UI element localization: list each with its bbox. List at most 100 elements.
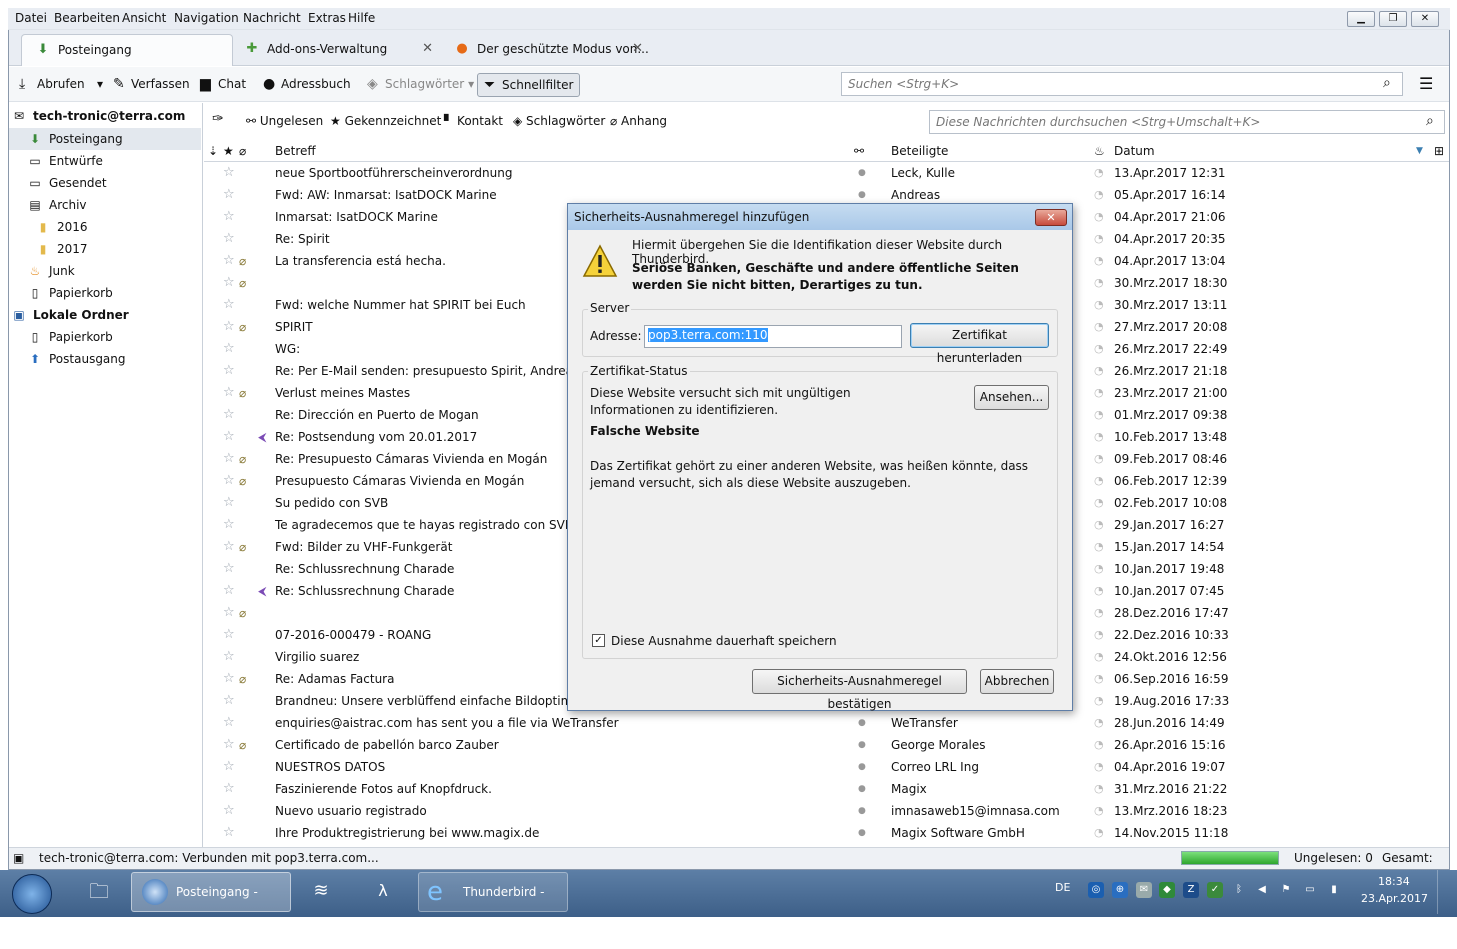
- pin-icon[interactable]: ✑: [212, 111, 224, 127]
- folder-inbox[interactable]: ⬇ Posteingang: [9, 128, 201, 150]
- column-subject[interactable]: Betreff: [275, 144, 316, 158]
- thread-column-icon[interactable]: ⇣: [208, 144, 218, 158]
- close-tab-icon[interactable]: ✕: [422, 34, 433, 64]
- tab-posteingang[interactable]: ⬇ Posteingang: [21, 34, 233, 66]
- star-icon[interactable]: ☆: [223, 514, 235, 536]
- folder-drafts[interactable]: ▭ Entwürfe: [27, 150, 103, 172]
- show-desktop-button[interactable]: [1437, 870, 1451, 914]
- junk-status-icon[interactable]: ◔: [1094, 228, 1104, 250]
- junk-status-icon[interactable]: ◔: [1094, 250, 1104, 272]
- menu-nachricht[interactable]: Nachricht: [243, 11, 301, 25]
- bluetooth-icon[interactable]: ᛒ: [1231, 882, 1247, 898]
- menu-icon[interactable]: ☰: [1419, 74, 1433, 93]
- signal-icon[interactable]: ▮: [1326, 882, 1342, 898]
- star-icon[interactable]: ☆: [223, 382, 235, 404]
- junk-status-icon[interactable]: ◔: [1094, 470, 1104, 492]
- junk-status-icon[interactable]: ◔: [1094, 734, 1104, 756]
- star-icon[interactable]: ☆: [223, 404, 235, 426]
- clock-date[interactable]: 23.Apr.2017: [1361, 892, 1428, 905]
- folder-local[interactable]: ▣ Lokale Ordner: [11, 304, 128, 326]
- junk-status-icon[interactable]: ◔: [1094, 514, 1104, 536]
- table-row[interactable]: ☆ NUESTROS DATOS ● Correo LRL Ing ◔ 04.Apr.20…: [204, 756, 1449, 778]
- junk-status-icon[interactable]: ◔: [1094, 668, 1104, 690]
- quick-filter-button[interactable]: ⏷ Schnellfilter: [477, 73, 581, 97]
- junk-status-icon[interactable]: ◔: [1094, 404, 1104, 426]
- read-status-icon[interactable]: ●: [858, 822, 866, 844]
- star-icon[interactable]: ☆: [223, 778, 235, 800]
- menu-bearbeiten[interactable]: Bearbeiten: [54, 11, 120, 25]
- junk-status-icon[interactable]: ◔: [1094, 580, 1104, 602]
- folder-2017[interactable]: ▮ 2017: [35, 238, 88, 260]
- junk-status-icon[interactable]: ◔: [1094, 360, 1104, 382]
- maximize-icon[interactable]: ❐: [1379, 11, 1407, 27]
- folder-local-trash[interactable]: ▯ Papierkorb: [27, 326, 113, 348]
- address-input[interactable]: pop3.terra.com:110: [644, 325, 902, 348]
- tab-addons[interactable]: ✚ Add-ons-Verwaltung ✕: [231, 34, 441, 66]
- star-icon[interactable]: ☆: [223, 360, 235, 382]
- column-picker-icon[interactable]: ⊞: [1434, 144, 1444, 158]
- explorer-icon[interactable]: 🗀: [78, 872, 120, 912]
- junk-status-icon[interactable]: ◔: [1094, 294, 1104, 316]
- filter-attachment[interactable]: ⌀ Anhang: [610, 114, 667, 128]
- folder-junk[interactable]: ♨ Junk: [27, 260, 75, 282]
- folder-trash[interactable]: ▯ Papierkorb: [27, 282, 113, 304]
- folder-archive[interactable]: ▤ Archiv: [27, 194, 86, 216]
- star-icon[interactable]: ☆: [223, 690, 235, 712]
- taskbar-thunderbird-inbox[interactable]: Posteingang - Mo...: [131, 872, 291, 937]
- star-icon[interactable]: ☆: [223, 184, 235, 206]
- star-icon[interactable]: ☆: [223, 272, 235, 294]
- star-icon[interactable]: ☆: [223, 756, 235, 778]
- display-icon[interactable]: ▭: [1302, 882, 1318, 898]
- tray-app-icon[interactable]: ◎: [1088, 882, 1104, 898]
- cancel-button[interactable]: Abbrechen: [980, 669, 1054, 694]
- junk-status-icon[interactable]: ◔: [1094, 558, 1104, 580]
- star-icon[interactable]: ☆: [223, 426, 235, 448]
- permanent-checkbox[interactable]: ✓: [592, 634, 605, 647]
- filter-tags[interactable]: ◈ Schlagwörter: [513, 114, 605, 128]
- language-indicator[interactable]: DE: [1055, 881, 1070, 894]
- menu-hilfe[interactable]: Hilfe: [348, 11, 375, 25]
- menu-extras[interactable]: Extras: [308, 11, 346, 25]
- star-icon[interactable]: ☆: [223, 602, 235, 624]
- table-row[interactable]: ☆ Faszinierende Fotos auf Knopfdruck. ● Mag…: [204, 778, 1449, 800]
- start-button[interactable]: [12, 874, 52, 914]
- junk-status-icon[interactable]: ◔: [1094, 756, 1104, 778]
- junk-status-icon[interactable]: ◔: [1094, 162, 1104, 184]
- star-icon[interactable]: ☆: [223, 646, 235, 668]
- star-icon[interactable]: ☆: [223, 668, 235, 690]
- tab-protected-mode[interactable]: ● Der geschützte Modus von... ✕: [441, 34, 651, 66]
- folder-outbox[interactable]: ⬆ Postausgang: [27, 348, 126, 370]
- volume-icon[interactable]: ◀: [1254, 882, 1270, 898]
- star-icon[interactable]: ☆: [223, 162, 235, 184]
- confirm-exception-button[interactable]: Sicherheits-Ausnahmeregel bestätigen: [752, 669, 967, 711]
- column-date[interactable]: Datum: [1114, 144, 1155, 158]
- junk-status-icon[interactable]: ◔: [1094, 778, 1104, 800]
- close-icon[interactable]: ✕: [1035, 209, 1067, 226]
- star-icon[interactable]: ☆: [223, 822, 235, 844]
- unread-column-icon[interactable]: ⚯: [854, 144, 864, 158]
- minimize-icon[interactable]: ▁: [1347, 11, 1375, 27]
- close-tab-icon[interactable]: ✕: [632, 34, 643, 64]
- junk-status-icon[interactable]: ◔: [1094, 602, 1104, 624]
- app-lambda-icon[interactable]: λ: [355, 872, 411, 912]
- menu-datei[interactable]: Datei: [15, 11, 47, 25]
- junk-status-icon[interactable]: ◔: [1094, 800, 1104, 822]
- folder-account[interactable]: ✉ tech-tronic@terra.com: [11, 105, 185, 127]
- junk-status-icon[interactable]: ◔: [1094, 184, 1104, 206]
- search-icon[interactable]: ⌕: [1426, 113, 1434, 129]
- attachment-column-icon[interactable]: ⌀: [239, 144, 246, 158]
- junk-status-icon[interactable]: ◔: [1094, 316, 1104, 338]
- star-icon[interactable]: ☆: [223, 338, 235, 360]
- tags-button[interactable]: ◈ Schlagwörter ▾: [361, 73, 480, 97]
- star-icon[interactable]: ☆: [223, 536, 235, 558]
- global-search-input[interactable]: Suchen <Strg+K>: [841, 72, 1403, 96]
- tray-mail-icon[interactable]: ✉: [1136, 882, 1152, 898]
- junk-status-icon[interactable]: ◔: [1094, 492, 1104, 514]
- read-status-icon[interactable]: ●: [858, 162, 866, 184]
- download-certificate-button[interactable]: Zertifikat herunterladen: [910, 323, 1049, 365]
- filter-contact[interactable]: ▘ Kontakt: [444, 114, 503, 128]
- junk-status-icon[interactable]: ◔: [1094, 206, 1104, 228]
- star-icon[interactable]: ☆: [223, 228, 235, 250]
- junk-status-icon[interactable]: ◔: [1094, 822, 1104, 844]
- filter-unread[interactable]: ⚯ Ungelesen: [246, 114, 323, 128]
